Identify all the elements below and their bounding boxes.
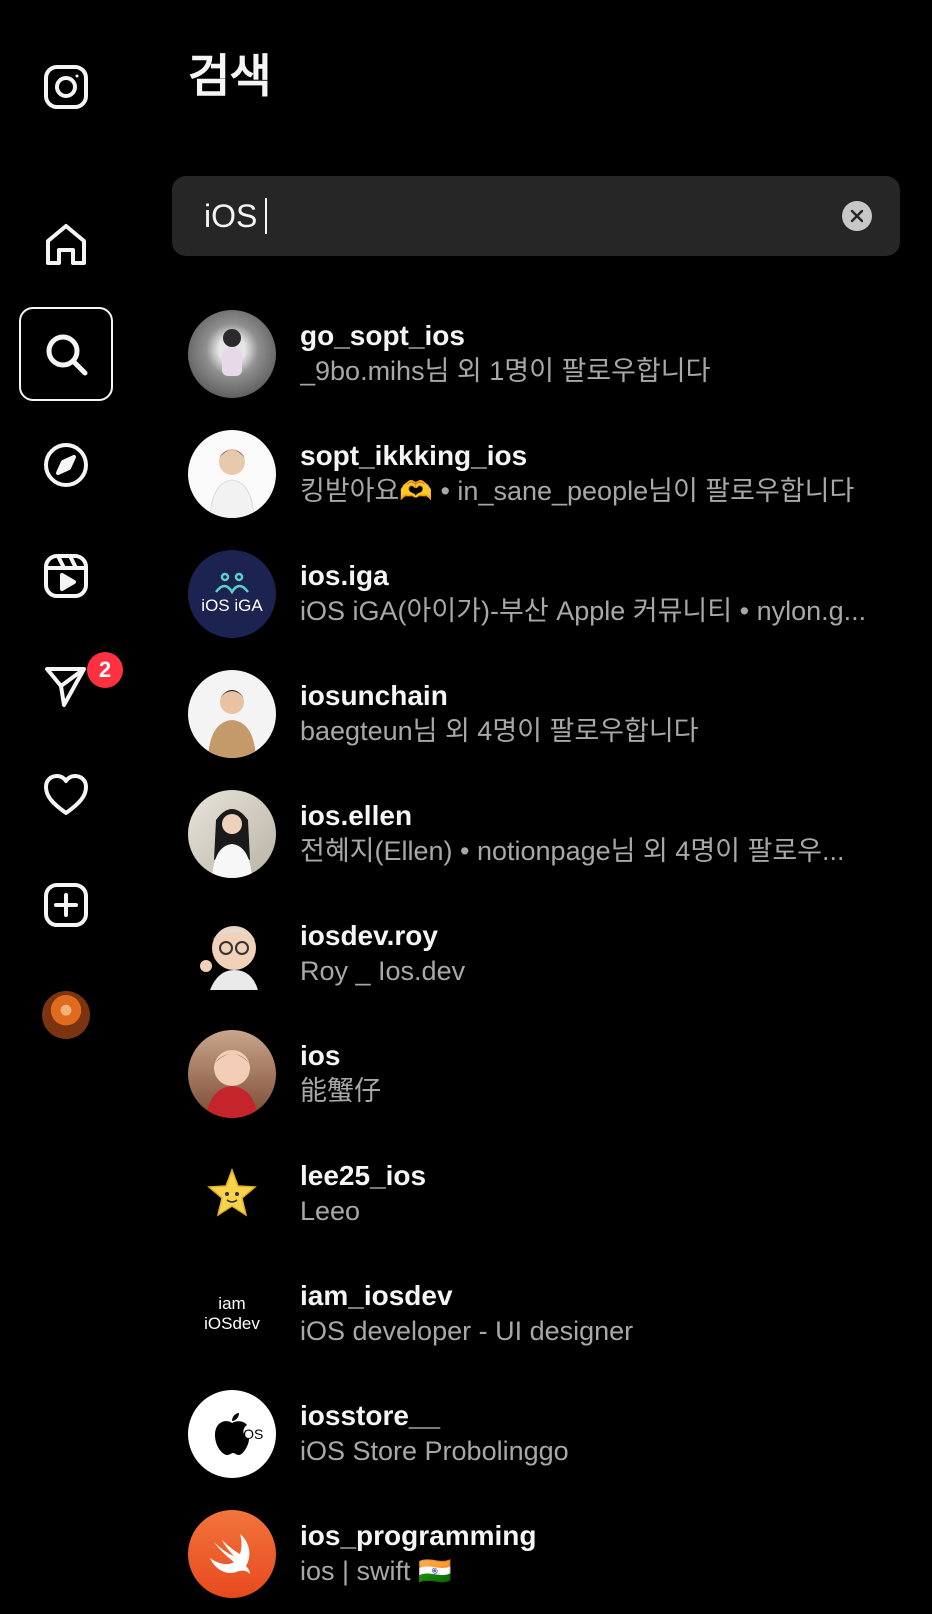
avatar-label: iam — [218, 1294, 246, 1313]
user-avatar — [188, 1030, 276, 1118]
page-title: 검색 — [188, 50, 272, 102]
result-subtitle: Leeo — [300, 1196, 361, 1226]
result-username: lee25_ios — [300, 1160, 427, 1191]
user-avatar — [188, 1510, 276, 1598]
search-result-row[interactable]: iosunchain baegteun님 외 4명이 팔로우합니다 — [188, 654, 900, 774]
result-subtitle: Roy _ Ios.dev — [300, 956, 466, 986]
search-result-row[interactable]: iam iOSdev iam_iosdev iOS developer - UI… — [188, 1254, 900, 1374]
clear-search-icon[interactable] — [842, 201, 872, 231]
user-avatar — [188, 1150, 276, 1238]
user-avatar — [188, 670, 276, 758]
search-result-row[interactable]: sopt_ikkking_ios 킹받아요🫶 • in_sane_people님… — [188, 414, 900, 534]
result-subtitle: ios | swift 🇮🇳 — [300, 1556, 452, 1586]
search-result-row[interactable]: ios 能蟹仔 — [188, 1014, 900, 1134]
notifications-heart-icon[interactable] — [19, 748, 113, 842]
result-username: iosstore__ — [300, 1400, 441, 1431]
search-result-row[interactable]: ios_programming ios | swift 🇮🇳 — [188, 1494, 900, 1614]
avatar-label: iOSdev — [204, 1314, 260, 1333]
profile-avatar-image — [42, 991, 90, 1039]
search-result-row[interactable]: iOS iosstore__ iOS Store Probolinggo — [188, 1374, 900, 1494]
user-avatar: iam iOSdev — [188, 1270, 276, 1358]
result-username: ios.iga — [300, 560, 389, 591]
user-avatar — [188, 430, 276, 518]
search-result-row[interactable]: iOS iGA ios.iga iOS iGA(아이가)-부산 Apple 커뮤… — [188, 534, 900, 654]
result-subtitle: 전혜지(Ellen) • notionpage님 외 4명이 팔로우... — [300, 836, 845, 866]
profile-avatar[interactable] — [19, 968, 113, 1062]
result-subtitle: iOS developer - UI designer — [300, 1316, 634, 1346]
result-username: ios — [300, 1040, 341, 1071]
create-plus-icon[interactable] — [19, 858, 113, 952]
user-avatar: iOS — [188, 1390, 276, 1478]
search-result-row[interactable]: ios.ellen 전혜지(Ellen) • notionpage님 외 4명이… — [188, 774, 900, 894]
result-subtitle: iOS iGA(아이가)-부산 Apple 커뮤니티 • nylon.g... — [300, 596, 867, 626]
avatar-label: iOS — [240, 1426, 264, 1442]
user-avatar: iOS iGA — [188, 550, 276, 638]
explore-compass-icon[interactable] — [19, 418, 113, 512]
result-subtitle: _9bo.mihs님 외 1명이 팔로우합니다 — [300, 356, 711, 386]
user-avatar — [188, 790, 276, 878]
result-subtitle: iOS Store Probolinggo — [300, 1436, 569, 1466]
messages-direct-icon[interactable]: 2 — [19, 638, 123, 732]
search-box — [172, 176, 900, 256]
sidebar-nav: 2 — [0, 0, 132, 1592]
messages-badge: 2 — [87, 652, 123, 688]
result-username: iosunchain — [300, 680, 448, 711]
result-subtitle: 能蟹仔 — [300, 1076, 381, 1106]
result-subtitle: baegteun님 외 4명이 팔로우합니다 — [300, 716, 699, 746]
result-username: iosdev.roy — [300, 920, 438, 951]
result-username: sopt_ikkking_ios — [300, 440, 528, 471]
search-input[interactable] — [204, 197, 264, 235]
home-icon[interactable] — [19, 198, 113, 292]
result-username: ios.ellen — [300, 800, 413, 831]
instagram-logo-icon[interactable] — [19, 40, 113, 134]
text-caret — [265, 198, 267, 234]
user-avatar — [188, 310, 276, 398]
result-username: go_sopt_ios — [300, 320, 465, 351]
search-icon[interactable] — [19, 307, 113, 401]
result-username: ios_programming — [300, 1520, 537, 1551]
result-subtitle: 킹받아요🫶 • in_sane_people님이 팔로우합니다 — [300, 476, 855, 506]
avatar-label: iOS iGA — [201, 596, 263, 615]
search-result-row[interactable]: go_sopt_ios _9bo.mihs님 외 1명이 팔로우합니다 — [188, 294, 900, 414]
search-results-list: go_sopt_ios _9bo.mihs님 외 1명이 팔로우합니다 sopt… — [188, 294, 900, 1614]
reels-icon[interactable] — [19, 529, 113, 623]
user-avatar — [188, 910, 276, 998]
search-result-row[interactable]: lee25_ios Leeo — [188, 1134, 900, 1254]
result-username: iam_iosdev — [300, 1280, 453, 1311]
search-result-row[interactable]: iosdev.roy Roy _ Ios.dev — [188, 894, 900, 1014]
